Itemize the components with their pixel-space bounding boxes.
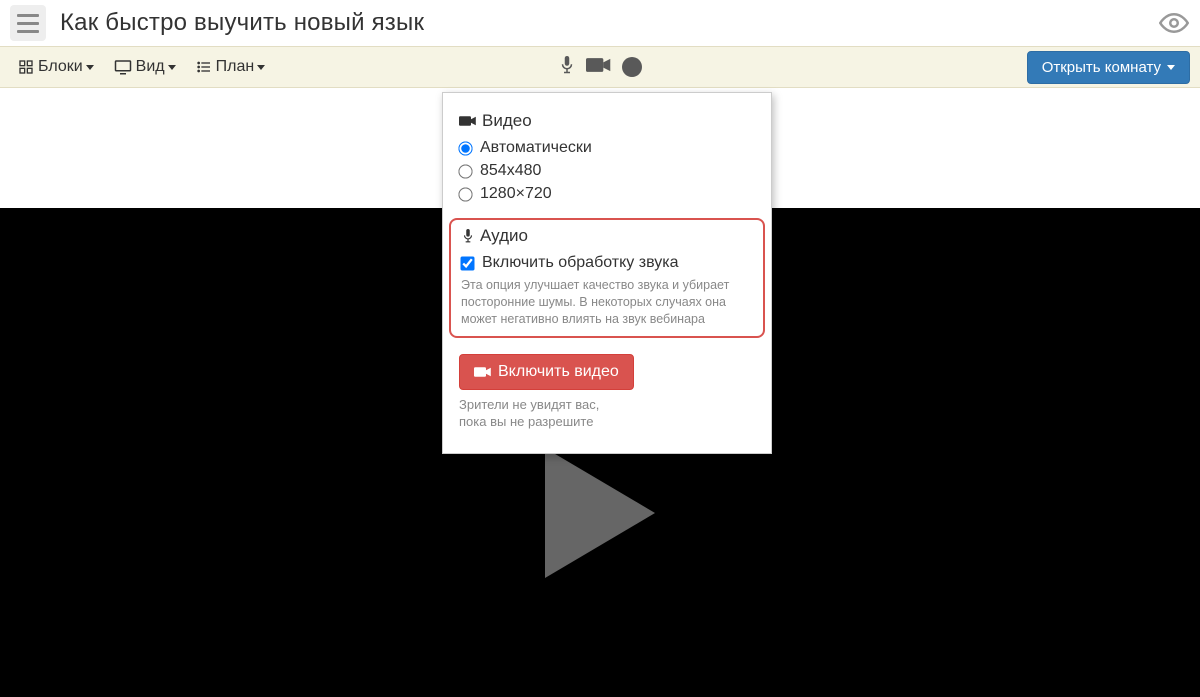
- audio-section-label: Аудио: [480, 226, 528, 246]
- camera-icon: [459, 114, 477, 128]
- radio-1280-label: 1280×720: [480, 185, 552, 203]
- media-settings-popup: Видео Автоматически 854x480 1280×720 Ауд…: [442, 92, 772, 454]
- microphone-icon[interactable]: [558, 53, 576, 82]
- radio-854-input[interactable]: [458, 164, 472, 178]
- toolbar: Блоки Вид План Открыть комнату: [0, 46, 1200, 88]
- caret-down-icon: [257, 65, 265, 70]
- microphone-icon: [461, 227, 475, 245]
- enable-audio-processing-checkbox[interactable]: Включить обработку звука: [461, 254, 753, 272]
- footer-line2: пока вы не разрешите: [459, 414, 593, 429]
- footer-line1: Зрители не увидят вас,: [459, 397, 599, 412]
- view-label: Вид: [136, 58, 165, 76]
- processing-description: Эта опция улучшает качество звука и убир…: [461, 277, 753, 328]
- radio-1280x720[interactable]: 1280×720: [459, 185, 755, 203]
- plan-dropdown[interactable]: План: [188, 53, 274, 81]
- enable-processing-input[interactable]: [460, 256, 474, 270]
- blocks-label: Блоки: [38, 58, 83, 76]
- radio-auto[interactable]: Автоматически: [459, 139, 755, 157]
- blocks-dropdown[interactable]: Блоки: [10, 53, 102, 81]
- camera-icon: [474, 365, 492, 379]
- radio-854-label: 854x480: [480, 162, 541, 180]
- view-dropdown[interactable]: Вид: [106, 53, 184, 81]
- enable-video-button[interactable]: Включить видео: [459, 354, 634, 390]
- enable-video-label: Включить видео: [498, 363, 619, 381]
- video-section-label: Видео: [482, 111, 532, 131]
- radio-auto-input[interactable]: [458, 141, 472, 155]
- header-bar: Как быстро выучить новый язык: [0, 0, 1200, 46]
- record-icon[interactable]: [622, 57, 642, 77]
- caret-down-icon: [86, 65, 94, 70]
- grid-icon: [18, 59, 34, 75]
- play-button[interactable]: [545, 448, 655, 578]
- radio-854x480[interactable]: 854x480: [459, 162, 755, 180]
- video-section-header: Видео: [459, 111, 755, 131]
- toolbar-left-group: Блоки Вид План: [10, 53, 273, 81]
- radio-1280-input[interactable]: [458, 187, 472, 201]
- open-room-button[interactable]: Открыть комнату: [1027, 51, 1190, 84]
- enable-processing-label: Включить обработку звука: [482, 254, 678, 272]
- caret-down-icon: [1167, 65, 1175, 70]
- enable-video-section: Включить видео Зрители не увидят вас, по…: [443, 348, 771, 437]
- hamburger-menu-button[interactable]: [10, 5, 46, 41]
- audio-highlighted-section: Аудио Включить обработку звука Эта опция…: [449, 218, 765, 338]
- list-icon: [196, 59, 212, 75]
- preview-eye-icon[interactable]: [1158, 7, 1190, 39]
- monitor-icon: [114, 59, 132, 75]
- open-room-label: Открыть комнату: [1042, 59, 1161, 76]
- audio-section-header: Аудио: [461, 226, 753, 246]
- radio-auto-label: Автоматически: [480, 139, 592, 157]
- center-media-icons: [558, 53, 642, 82]
- viewers-note: Зрители не увидят вас, пока вы не разреш…: [459, 396, 755, 431]
- plan-label: План: [216, 58, 255, 76]
- camera-icon[interactable]: [586, 56, 612, 79]
- caret-down-icon: [168, 65, 176, 70]
- page-title: Как быстро выучить новый язык: [60, 9, 1158, 37]
- video-section: Видео Автоматически 854x480 1280×720: [443, 105, 771, 214]
